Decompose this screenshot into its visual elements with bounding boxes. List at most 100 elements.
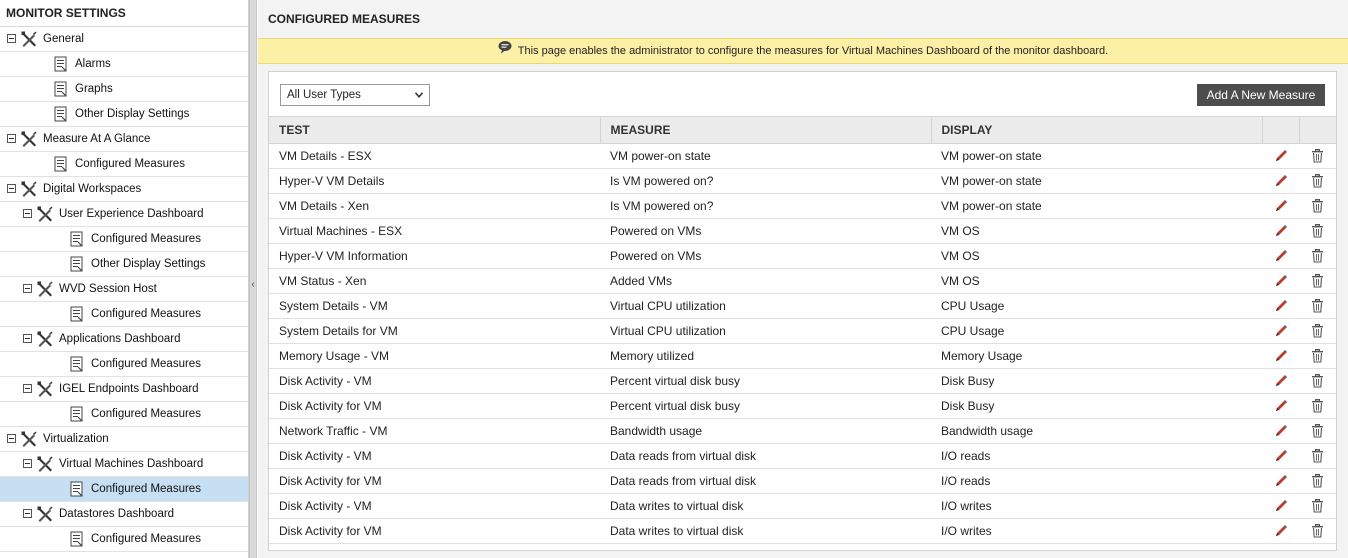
tree-group-item[interactable]: Datastores Dashboard xyxy=(0,502,248,527)
cell-display: CPU Usage xyxy=(931,318,1262,344)
tree-page-item[interactable]: Configured Measures xyxy=(0,302,248,327)
add-new-measure-button[interactable]: Add A New Measure xyxy=(1197,84,1325,106)
delete-trash-icon[interactable] xyxy=(1311,424,1324,438)
tree-page-item[interactable]: Other Display Settings xyxy=(0,252,248,277)
table-row: VM Details - Xen Is VM powered on? VM powe… xyxy=(269,193,1336,219)
tree-item-label: Configured Measures xyxy=(91,233,201,245)
tree-page-item[interactable]: Configured Measures xyxy=(0,477,248,502)
cell-display: Disk Busy xyxy=(931,393,1262,419)
delete-trash-icon[interactable] xyxy=(1311,299,1324,313)
edit-pencil-icon[interactable] xyxy=(1274,274,1288,288)
tree-page-item[interactable]: Configured Measures xyxy=(0,352,248,377)
collapse-toggle-icon[interactable] xyxy=(7,34,16,43)
tree-group-item[interactable]: WVD Session Host xyxy=(0,277,248,302)
collapse-toggle-icon[interactable] xyxy=(23,284,32,293)
page-icon xyxy=(70,256,84,272)
delete-trash-icon[interactable] xyxy=(1311,199,1324,213)
collapse-toggle-icon[interactable] xyxy=(23,384,32,393)
tree-group-item[interactable]: Virtual Machines Dashboard xyxy=(0,452,248,477)
cell-measure: Percent virtual disk busy xyxy=(600,368,931,394)
page-icon xyxy=(54,81,68,97)
delete-trash-icon[interactable] xyxy=(1311,224,1324,238)
edit-pencil-icon[interactable] xyxy=(1274,499,1288,513)
collapse-toggle-icon[interactable] xyxy=(7,134,16,143)
cell-test: Hyper-V VM Information xyxy=(269,243,600,269)
edit-pencil-icon[interactable] xyxy=(1274,474,1288,488)
delete-trash-icon[interactable] xyxy=(1311,274,1324,288)
main-content: CONFIGURED MEASURES This page enables th… xyxy=(258,0,1348,558)
tree-group-item[interactable]: IGEL Endpoints Dashboard xyxy=(0,377,248,402)
edit-pencil-icon[interactable] xyxy=(1274,249,1288,263)
page-icon xyxy=(54,106,68,122)
tree-page-item[interactable]: Other Display Settings xyxy=(0,102,248,127)
sidebar-splitter[interactable]: ‹ xyxy=(249,0,257,558)
edit-cell xyxy=(1262,468,1299,494)
edit-pencil-icon[interactable] xyxy=(1274,374,1288,388)
edit-pencil-icon[interactable] xyxy=(1274,424,1288,438)
tree-group-item[interactable]: Virtualization xyxy=(0,427,248,452)
delete-cell xyxy=(1299,143,1336,169)
tree-page-item[interactable]: Configured Measures xyxy=(0,402,248,427)
collapse-toggle-icon[interactable] xyxy=(23,334,32,343)
edit-pencil-icon[interactable] xyxy=(1274,324,1288,338)
tools-icon xyxy=(36,280,54,298)
cell-test: Hyper-V VM Details xyxy=(269,168,600,194)
table-row: Disk Activity for VM Data writes to virtu… xyxy=(269,518,1336,544)
delete-trash-icon[interactable] xyxy=(1311,324,1324,338)
delete-trash-icon[interactable] xyxy=(1311,399,1324,413)
edit-cell xyxy=(1262,418,1299,444)
edit-pencil-icon[interactable] xyxy=(1274,399,1288,413)
tree-item-label: General xyxy=(43,33,84,45)
edit-pencil-icon[interactable] xyxy=(1274,174,1288,188)
edit-cell xyxy=(1262,143,1299,169)
tree-group-item[interactable]: Applications Dashboard xyxy=(0,327,248,352)
tree-page-item[interactable]: Alarms xyxy=(0,52,248,77)
table-row: Disk Activity - VM Data reads from virtua… xyxy=(269,443,1336,469)
column-header-display[interactable]: DISPLAY xyxy=(931,116,1263,144)
edit-pencil-icon[interactable] xyxy=(1274,349,1288,363)
info-banner-text: This page enables the administrator to c… xyxy=(517,45,1109,57)
edit-pencil-icon[interactable] xyxy=(1274,299,1288,313)
user-type-select[interactable]: All User Types xyxy=(280,84,430,106)
collapse-toggle-icon[interactable] xyxy=(23,209,32,218)
delete-trash-icon[interactable] xyxy=(1311,524,1324,538)
column-header-measure[interactable]: MEASURE xyxy=(600,116,932,144)
tools-icon xyxy=(36,455,54,473)
delete-trash-icon[interactable] xyxy=(1311,349,1324,363)
tree-page-item[interactable]: Configured Measures xyxy=(0,527,248,552)
delete-trash-icon[interactable] xyxy=(1311,374,1324,388)
delete-cell xyxy=(1299,218,1336,244)
tree-group-item[interactable]: General xyxy=(0,27,248,52)
edit-pencil-icon[interactable] xyxy=(1274,224,1288,238)
edit-pencil-icon[interactable] xyxy=(1274,149,1288,163)
edit-pencil-icon[interactable] xyxy=(1274,199,1288,213)
delete-trash-icon[interactable] xyxy=(1311,174,1324,188)
delete-trash-icon[interactable] xyxy=(1311,474,1324,488)
info-banner: This page enables the administrator to c… xyxy=(258,38,1348,64)
collapse-toggle-icon[interactable] xyxy=(7,184,16,193)
measures-table: TEST MEASURE DISPLAY VM Details - ESX VM … xyxy=(269,116,1336,544)
tools-icon xyxy=(20,430,38,448)
collapse-toggle-icon[interactable] xyxy=(23,459,32,468)
collapse-arrow-icon[interactable]: ‹ xyxy=(250,270,256,300)
tree-group-item[interactable]: Digital Workspaces xyxy=(0,177,248,202)
tree-group-item[interactable]: Measure At A Glance xyxy=(0,127,248,152)
delete-trash-icon[interactable] xyxy=(1311,449,1324,463)
edit-pencil-icon[interactable] xyxy=(1274,449,1288,463)
collapse-toggle-icon[interactable] xyxy=(7,434,16,443)
tree-page-item[interactable]: Graphs xyxy=(0,77,248,102)
column-header-delete xyxy=(1299,116,1336,144)
delete-cell xyxy=(1299,193,1336,219)
column-header-test[interactable]: TEST xyxy=(269,116,601,144)
tree-group-item[interactable]: User Experience Dashboard xyxy=(0,202,248,227)
tree-page-item[interactable]: Configured Measures xyxy=(0,152,248,177)
cell-measure: Virtual CPU utilization xyxy=(600,293,931,319)
tree-page-item[interactable]: Configured Measures xyxy=(0,227,248,252)
edit-cell xyxy=(1262,293,1299,319)
delete-trash-icon[interactable] xyxy=(1311,249,1324,263)
collapse-toggle-icon[interactable] xyxy=(23,509,32,518)
cell-display: VM OS xyxy=(931,243,1262,269)
delete-trash-icon[interactable] xyxy=(1311,149,1324,163)
delete-trash-icon[interactable] xyxy=(1311,499,1324,513)
edit-pencil-icon[interactable] xyxy=(1274,524,1288,538)
